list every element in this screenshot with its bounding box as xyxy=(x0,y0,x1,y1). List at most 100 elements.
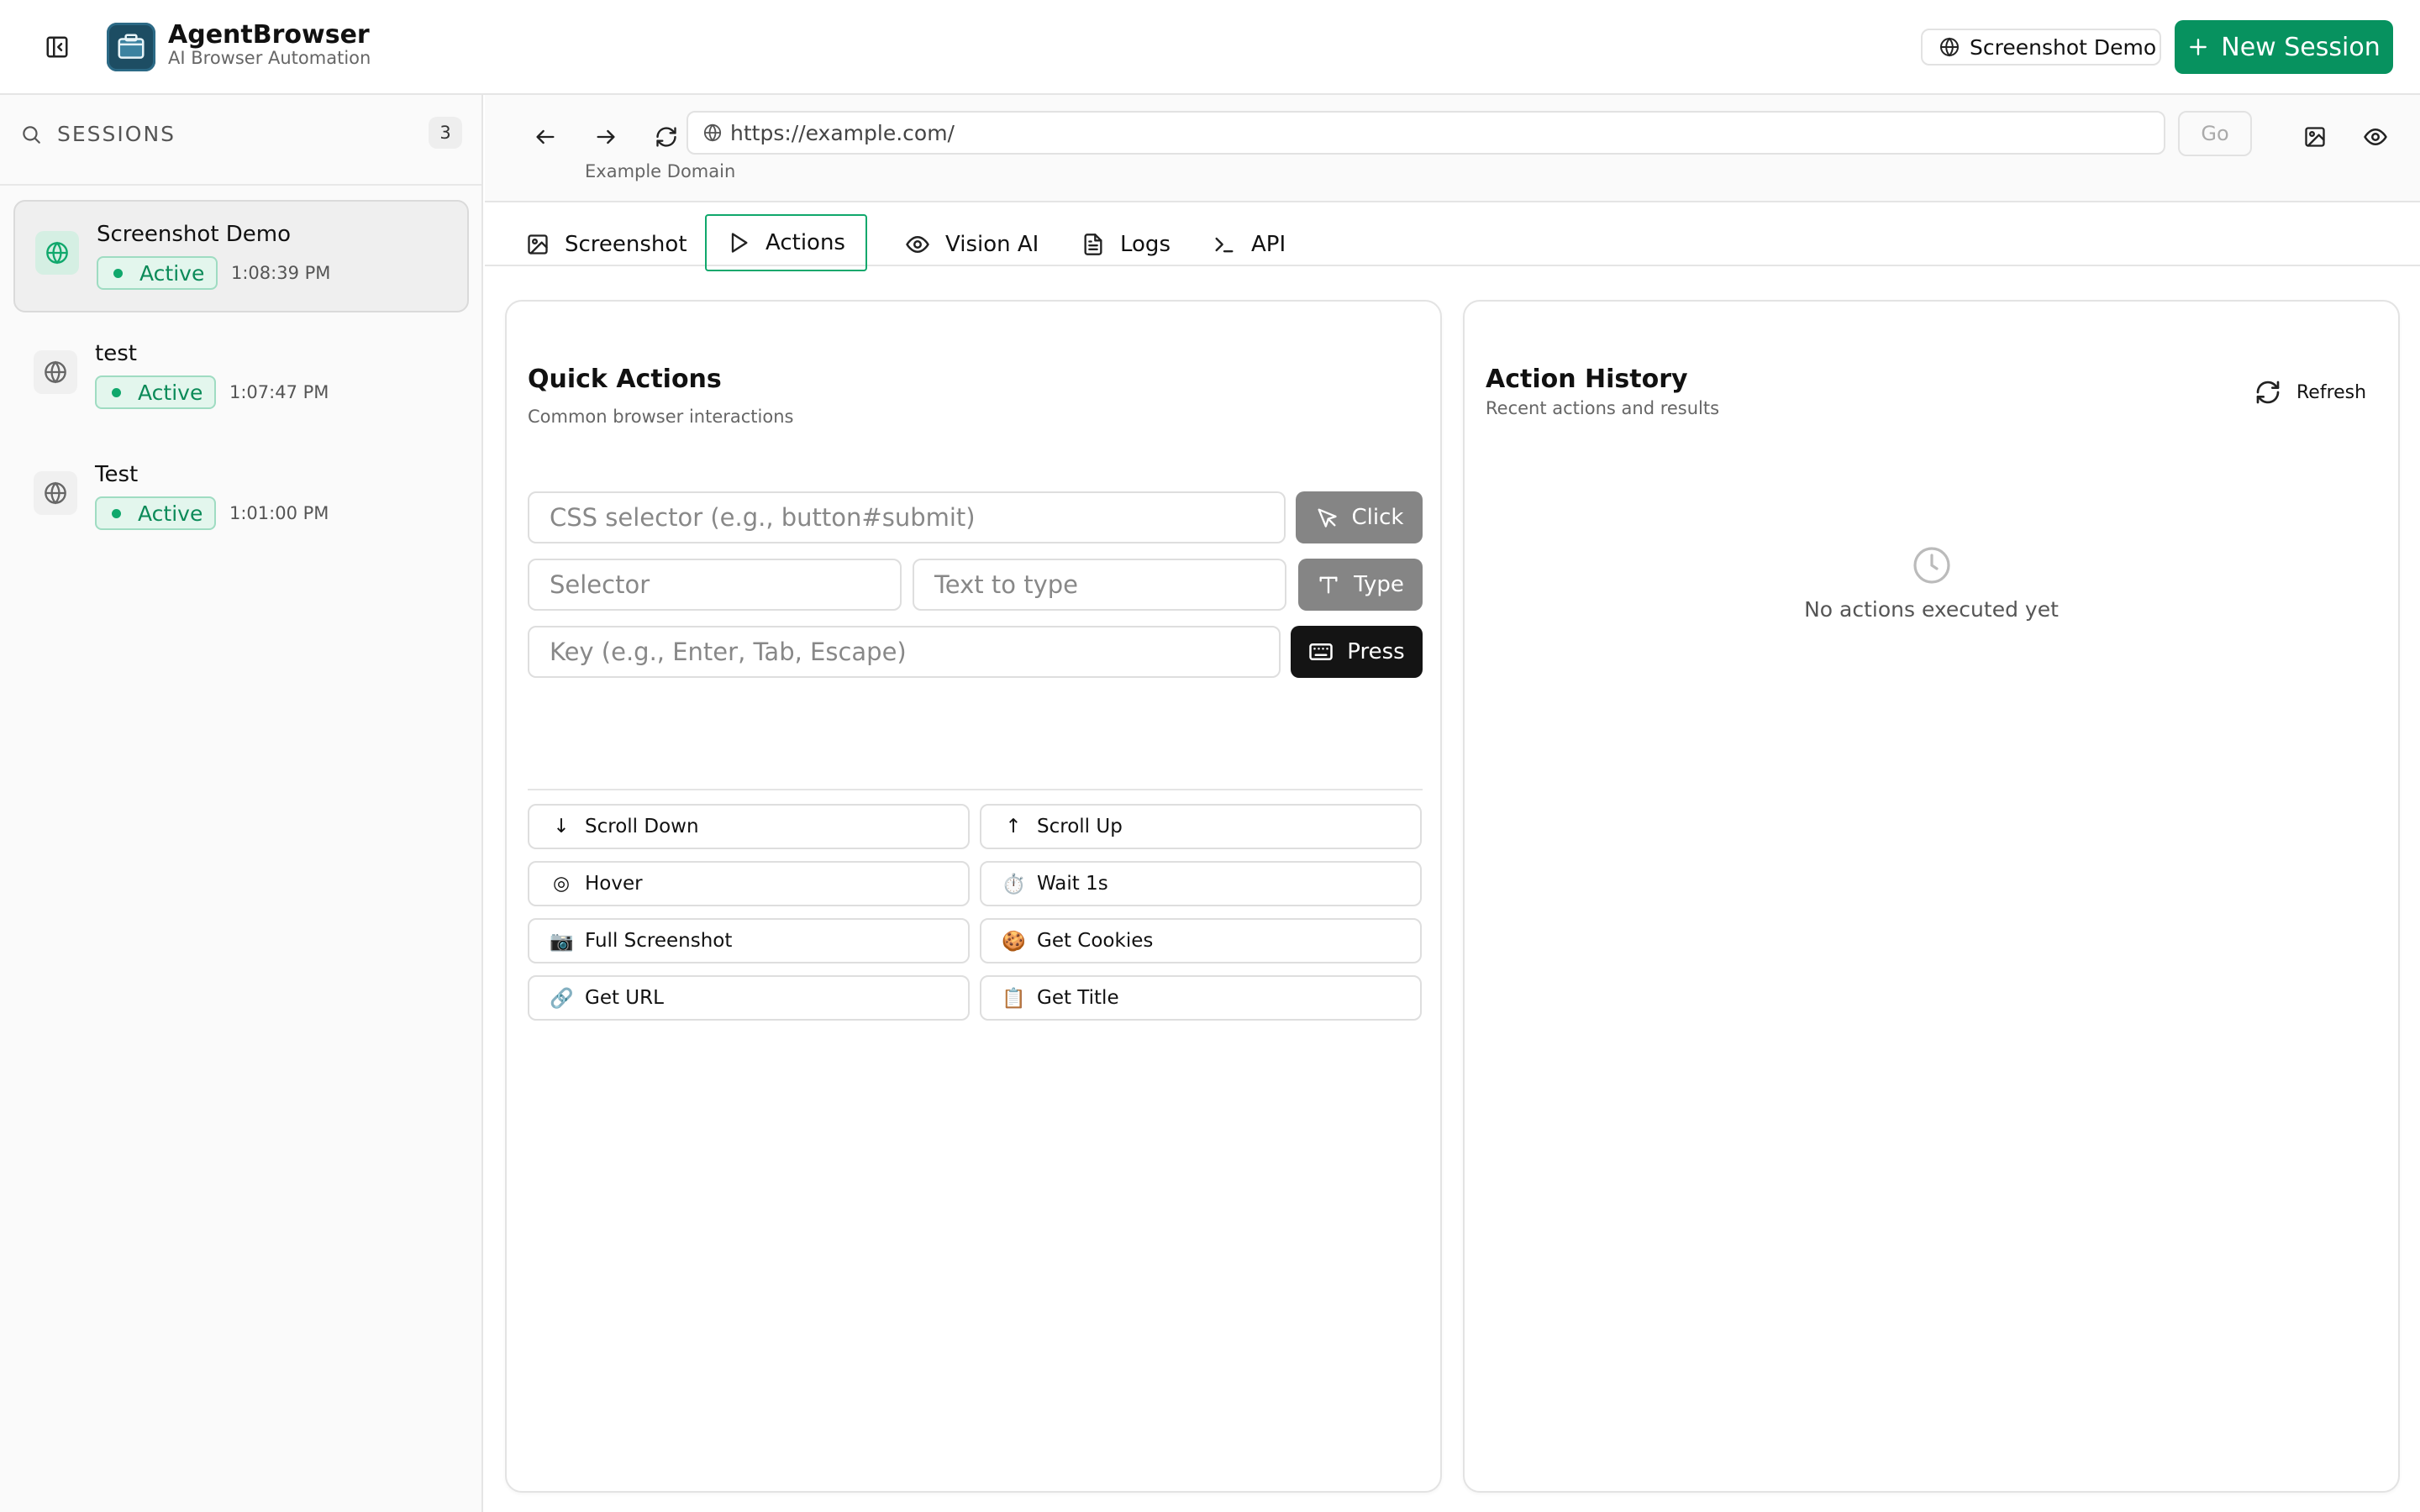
wait-button[interactable]: ⏱️ Wait 1s xyxy=(980,861,1422,906)
button-label: Hover xyxy=(585,873,643,895)
refresh-icon xyxy=(2254,379,2281,406)
url-value: https://example.com/ xyxy=(730,120,955,145)
session-name: Test xyxy=(95,462,139,487)
action-history-subtitle: Recent actions and results xyxy=(1486,398,1720,418)
press-button[interactable]: Press xyxy=(1291,626,1423,678)
press-label: Press xyxy=(1347,639,1405,664)
tab-bar: Screenshot Actions Vision AI Logs API xyxy=(485,204,2420,271)
reload-icon[interactable] xyxy=(648,118,685,155)
stopwatch-icon: ⏱️ xyxy=(1002,873,1026,895)
terminal-icon xyxy=(1213,233,1236,256)
session-time: 1:08:39 PM xyxy=(231,263,331,283)
tab-vision-ai[interactable]: Vision AI xyxy=(885,216,1059,273)
button-label: Wait 1s xyxy=(1037,873,1108,895)
clipboard-icon: 📋 xyxy=(1002,987,1026,1010)
link-icon: 🔗 xyxy=(550,987,574,1010)
status-dot-icon xyxy=(113,268,123,278)
tab-label: Screenshot xyxy=(565,232,687,257)
tab-screenshot[interactable]: Screenshot xyxy=(506,216,708,273)
image-icon[interactable] xyxy=(2296,118,2333,155)
back-arrow-icon[interactable] xyxy=(527,118,564,155)
app-header: AgentBrowser AI Browser Automation Scree… xyxy=(0,0,2420,95)
sessions-label: SESSIONS xyxy=(57,122,176,146)
current-session-label: Screenshot Demo xyxy=(1970,34,2157,60)
status-label: Active xyxy=(139,260,205,286)
quick-actions-title: Quick Actions xyxy=(528,365,722,394)
button-label: Scroll Down xyxy=(585,816,699,837)
arrow-down-icon: ↓ xyxy=(553,816,570,837)
app-logo xyxy=(107,23,155,71)
status-label: Active xyxy=(138,501,203,526)
tab-label: Actions xyxy=(765,230,845,255)
button-label: Full Screenshot xyxy=(585,930,733,952)
refresh-button[interactable]: Refresh xyxy=(2254,374,2366,411)
target-icon: ◎ xyxy=(552,873,571,895)
get-title-button[interactable]: 📋 Get Title xyxy=(980,975,1422,1021)
search-icon xyxy=(20,123,42,145)
type-icon xyxy=(1317,573,1340,596)
browser-toolbar: https://example.com/ Go Example Domain xyxy=(485,95,2420,202)
key-input[interactable]: Key (e.g., Enter, Tab, Escape) xyxy=(528,626,1281,678)
main-panel: https://example.com/ Go Example Domain S… xyxy=(485,95,2420,1512)
session-item[interactable]: test Active 1:07:47 PM xyxy=(13,321,469,433)
button-label: Get Title xyxy=(1037,987,1119,1009)
plus-icon xyxy=(2187,36,2209,58)
type-label: Type xyxy=(1354,572,1404,597)
button-label: Scroll Up xyxy=(1037,816,1123,837)
session-name: test xyxy=(95,341,137,366)
session-item[interactable]: Test Active 1:01:00 PM xyxy=(13,442,469,554)
quick-actions-card: Quick Actions Common browser interaction… xyxy=(505,300,1442,1493)
click-selector-input[interactable]: CSS selector (e.g., button#submit) xyxy=(528,491,1286,543)
globe-icon xyxy=(1939,37,1960,57)
get-url-button[interactable]: 🔗 Get URL xyxy=(528,975,970,1021)
go-button[interactable]: Go xyxy=(2178,111,2252,156)
type-text-input[interactable]: Text to type xyxy=(913,559,1286,611)
globe-icon xyxy=(34,471,77,515)
status-badge: Active xyxy=(97,256,218,290)
sessions-count-badge: 3 xyxy=(429,117,462,149)
cookie-icon: 🍪 xyxy=(1002,930,1026,953)
quick-actions-subtitle: Common browser interactions xyxy=(528,407,794,427)
refresh-label: Refresh xyxy=(2296,381,2367,403)
url-input[interactable]: https://example.com/ xyxy=(687,111,2165,155)
click-button[interactable]: Click xyxy=(1296,491,1423,543)
new-session-button[interactable]: New Session xyxy=(2175,20,2393,74)
tab-actions[interactable]: Actions xyxy=(705,214,867,271)
status-dot-icon xyxy=(112,508,121,518)
play-icon xyxy=(727,231,750,255)
session-time: 1:07:47 PM xyxy=(229,382,329,402)
session-time: 1:01:00 PM xyxy=(229,503,329,523)
forward-arrow-icon[interactable] xyxy=(587,118,624,155)
cursor-icon xyxy=(1315,506,1339,529)
eye-icon xyxy=(905,232,930,257)
action-history-title: Action History xyxy=(1486,365,1688,394)
app-title: AgentBrowser xyxy=(168,20,370,50)
type-selector-input[interactable]: Selector xyxy=(528,559,902,611)
scroll-down-button[interactable]: ↓ Scroll Down xyxy=(528,804,970,849)
tab-logs[interactable]: Logs xyxy=(1061,216,1191,273)
camera-icon: 📷 xyxy=(550,930,574,953)
current-session-chip[interactable]: Screenshot Demo xyxy=(1921,29,2161,66)
type-button[interactable]: Type xyxy=(1298,559,1423,611)
button-label: Get URL xyxy=(585,987,664,1009)
full-screenshot-button[interactable]: 📷 Full Screenshot xyxy=(528,918,970,963)
app-subtitle: AI Browser Automation xyxy=(168,48,371,68)
session-item[interactable]: Screenshot Demo Active 1:08:39 PM xyxy=(13,200,469,312)
keyboard-icon xyxy=(1308,639,1334,664)
scroll-up-button[interactable]: ↑ Scroll Up xyxy=(980,804,1422,849)
eye-icon[interactable] xyxy=(2357,118,2394,155)
image-icon xyxy=(526,233,550,256)
status-dot-icon xyxy=(112,387,121,397)
tab-api[interactable]: API xyxy=(1192,216,1306,273)
globe-icon xyxy=(703,123,722,142)
divider xyxy=(528,789,1423,790)
tab-label: Vision AI xyxy=(945,232,1039,257)
tab-label: Logs xyxy=(1120,232,1171,257)
hover-button[interactable]: ◎ Hover xyxy=(528,861,970,906)
empty-state-text: No actions executed yet xyxy=(1804,597,2059,622)
button-label: Get Cookies xyxy=(1037,930,1154,952)
get-cookies-button[interactable]: 🍪 Get Cookies xyxy=(980,918,1422,963)
sessions-search[interactable]: SESSIONS 3 xyxy=(0,95,481,186)
sidebar-collapse-icon[interactable] xyxy=(39,30,76,64)
status-badge: Active xyxy=(95,375,216,409)
